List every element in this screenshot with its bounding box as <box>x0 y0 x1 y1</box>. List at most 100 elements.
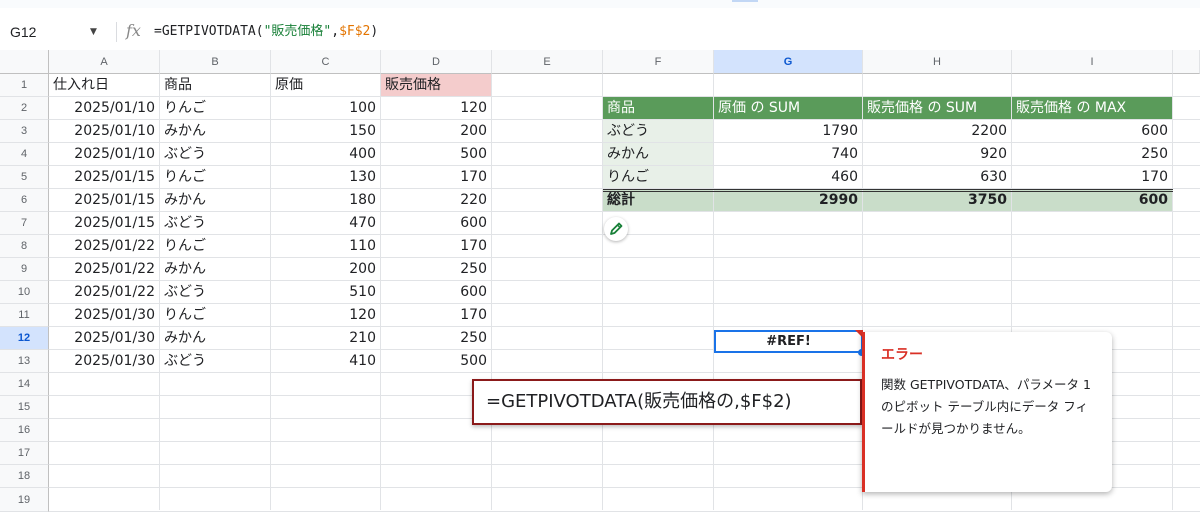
row-header-17[interactable]: 17 <box>0 442 49 465</box>
row-header-7[interactable]: 7 <box>0 212 49 235</box>
pivot-total-cell[interactable]: 総計 <box>603 189 713 211</box>
table-cell[interactable]: みかん <box>160 189 270 211</box>
row-header-15[interactable]: 15 <box>0 396 49 419</box>
table-cell[interactable]: みかん <box>160 258 270 280</box>
table-header-cell[interactable]: 原価 <box>271 74 380 96</box>
table-cell[interactable]: 2025/01/22 <box>49 235 159 257</box>
table-header-cell[interactable]: 販売価格 <box>381 74 491 96</box>
table-cell[interactable]: 2025/01/15 <box>49 189 159 211</box>
table-cell[interactable]: みかん <box>160 327 270 349</box>
pivot-total-cell[interactable]: 2990 <box>714 189 862 211</box>
table-cell[interactable]: 250 <box>381 327 491 349</box>
row-header-18[interactable]: 18 <box>0 465 49 488</box>
table-cell[interactable]: 130 <box>271 166 380 188</box>
table-cell[interactable]: ぶどう <box>160 212 270 234</box>
table-cell[interactable]: 220 <box>381 189 491 211</box>
pivot-cell[interactable]: みかん <box>603 143 713 165</box>
pivot-cell[interactable]: 250 <box>1012 143 1172 165</box>
row-header-5[interactable]: 5 <box>0 166 49 189</box>
pivot-cell[interactable]: 2200 <box>863 120 1011 142</box>
select-all-corner[interactable] <box>0 50 49 74</box>
pivot-total-cell[interactable]: 600 <box>1012 189 1172 211</box>
table-cell[interactable]: 2025/01/22 <box>49 281 159 303</box>
pivot-cell[interactable]: 920 <box>863 143 1011 165</box>
table-cell[interactable]: 120 <box>381 97 491 119</box>
pivot-cell[interactable]: 1790 <box>714 120 862 142</box>
table-cell[interactable]: 2025/01/30 <box>49 327 159 349</box>
dropdown-caret-icon[interactable]: ▼ <box>90 22 97 42</box>
row-header-12[interactable]: 12 <box>0 327 49 350</box>
table-cell[interactable]: 180 <box>271 189 380 211</box>
table-cell[interactable]: りんご <box>160 97 270 119</box>
pivot-cell[interactable]: 630 <box>863 166 1011 188</box>
table-cell[interactable]: 2025/01/15 <box>49 212 159 234</box>
table-cell[interactable]: 2025/01/10 <box>49 120 159 142</box>
column-header-i[interactable]: I <box>1012 50 1173 74</box>
table-header-cell[interactable]: 商品 <box>160 74 270 96</box>
selected-cell-g12[interactable]: #REF! <box>714 330 863 353</box>
table-cell[interactable]: 510 <box>271 281 380 303</box>
column-header-e[interactable]: E <box>492 50 603 74</box>
pivot-header-cell[interactable]: 商品 <box>603 97 713 119</box>
row-header-3[interactable]: 3 <box>0 120 49 143</box>
table-cell[interactable]: ぶどう <box>160 350 270 372</box>
table-cell[interactable]: 170 <box>381 304 491 326</box>
table-cell[interactable]: 600 <box>381 281 491 303</box>
table-cell[interactable]: みかん <box>160 120 270 142</box>
row-header-6[interactable]: 6 <box>0 189 49 212</box>
table-cell[interactable]: 500 <box>381 143 491 165</box>
table-cell[interactable]: 200 <box>381 120 491 142</box>
table-cell[interactable]: 110 <box>271 235 380 257</box>
table-cell[interactable]: 600 <box>381 212 491 234</box>
table-cell[interactable]: ぶどう <box>160 281 270 303</box>
pivot-edit-button[interactable] <box>604 217 628 241</box>
table-cell[interactable]: 2025/01/30 <box>49 304 159 326</box>
pivot-cell[interactable]: りんご <box>603 166 713 188</box>
pivot-header-cell[interactable]: 販売価格 の MAX <box>1012 97 1172 119</box>
table-cell[interactable]: りんご <box>160 235 270 257</box>
row-header-4[interactable]: 4 <box>0 143 49 166</box>
table-cell[interactable]: りんご <box>160 166 270 188</box>
table-cell[interactable]: 410 <box>271 350 380 372</box>
table-cell[interactable]: 470 <box>271 212 380 234</box>
row-header-1[interactable]: 1 <box>0 74 49 97</box>
row-header-13[interactable]: 13 <box>0 350 49 373</box>
pivot-cell[interactable]: ぶどう <box>603 120 713 142</box>
row-header-14[interactable]: 14 <box>0 373 49 396</box>
table-cell[interactable]: 500 <box>381 350 491 372</box>
column-header-a[interactable]: A <box>49 50 160 74</box>
row-header-9[interactable]: 9 <box>0 258 49 281</box>
table-cell[interactable]: 2025/01/15 <box>49 166 159 188</box>
table-cell[interactable]: 150 <box>271 120 380 142</box>
pivot-cell[interactable]: 600 <box>1012 120 1172 142</box>
column-header-d[interactable]: D <box>381 50 492 74</box>
pivot-cell[interactable]: 170 <box>1012 166 1172 188</box>
table-cell[interactable]: 170 <box>381 166 491 188</box>
table-cell[interactable]: 210 <box>271 327 380 349</box>
table-cell[interactable]: 250 <box>381 258 491 280</box>
column-header-g[interactable]: G <box>714 50 863 74</box>
table-cell[interactable]: 120 <box>271 304 380 326</box>
row-header-16[interactable]: 16 <box>0 419 49 442</box>
pivot-header-cell[interactable]: 原価 の SUM <box>714 97 862 119</box>
column-header-f[interactable]: F <box>603 50 714 74</box>
column-header-c[interactable]: C <box>271 50 381 74</box>
table-cell[interactable]: 2025/01/10 <box>49 143 159 165</box>
pivot-cell[interactable]: 460 <box>714 166 862 188</box>
column-header-b[interactable]: B <box>160 50 271 74</box>
row-header-8[interactable]: 8 <box>0 235 49 258</box>
column-header-h[interactable]: H <box>863 50 1012 74</box>
row-header-2[interactable]: 2 <box>0 97 49 120</box>
pivot-total-cell[interactable]: 3750 <box>863 189 1011 211</box>
table-cell[interactable]: 200 <box>271 258 380 280</box>
table-cell[interactable]: りんご <box>160 304 270 326</box>
pivot-header-cell[interactable]: 販売価格 の SUM <box>863 97 1011 119</box>
row-header-11[interactable]: 11 <box>0 304 49 327</box>
table-cell[interactable]: 2025/01/22 <box>49 258 159 280</box>
table-cell[interactable]: 100 <box>271 97 380 119</box>
formula-input[interactable]: =GETPIVOTDATA("販売価格",$F$2) <box>154 22 378 42</box>
table-cell[interactable]: 2025/01/10 <box>49 97 159 119</box>
table-header-cell[interactable]: 仕入れ日 <box>49 74 159 96</box>
table-cell[interactable]: 170 <box>381 235 491 257</box>
pivot-cell[interactable]: 740 <box>714 143 862 165</box>
